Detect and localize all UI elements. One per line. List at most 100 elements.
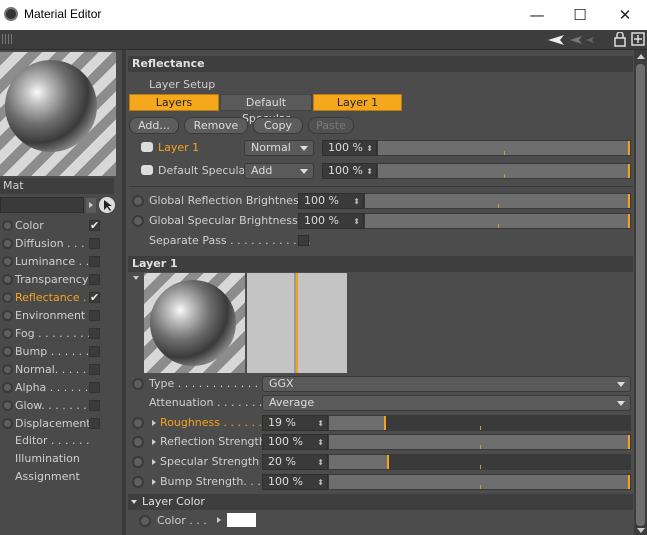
default-specular-blend-mode[interactable]: Add (244, 163, 314, 179)
sidebar-item-channel[interactable]: Transparency (0, 271, 104, 289)
roughness-field[interactable]: 19 % ⬍ (262, 415, 328, 431)
sidebar-item-editor[interactable]: Editor . . . . . . (15, 434, 90, 447)
sidebar-item-channel[interactable]: Normal. . . . . (0, 361, 104, 379)
channel-checkbox[interactable] (89, 400, 100, 411)
sidebar-item-channel[interactable]: Diffusion . . . . (0, 235, 104, 253)
sidebar-item-channel[interactable]: Color ✔ (0, 217, 104, 235)
default-specular-amount-slider[interactable] (377, 163, 631, 179)
eye-visibility-icon[interactable] (141, 142, 153, 152)
global-specular-field[interactable]: 100 % ⬍ (298, 213, 364, 229)
attenuation-dropdown[interactable]: Average (262, 395, 631, 411)
channel-checkbox[interactable] (89, 274, 100, 285)
slider-handle[interactable] (384, 416, 386, 430)
default-specular-name[interactable]: Default Specular (158, 164, 250, 177)
channel-checkbox[interactable] (89, 382, 100, 393)
channel-checkbox[interactable] (89, 256, 100, 267)
animate-dot-icon[interactable] (132, 436, 144, 448)
expand-arrow-button[interactable] (86, 198, 96, 213)
layer-1-amount-field[interactable]: 100 % ⬍ (322, 140, 377, 156)
sidebar-item-channel[interactable]: Displacement (0, 415, 104, 433)
section-header-layer-color[interactable]: Layer Color (128, 494, 633, 510)
global-specular-slider[interactable] (364, 213, 631, 229)
channel-checkbox[interactable] (89, 238, 100, 249)
tab-default-specular[interactable]: Default Specular (220, 94, 312, 125)
channel-checkbox[interactable]: ✔ (89, 220, 100, 231)
animate-dot-icon[interactable] (132, 378, 144, 390)
eye-visibility-icon[interactable] (141, 165, 153, 175)
remove-layer-button[interactable]: Remove (184, 117, 248, 134)
specular-strength-slider[interactable] (328, 454, 631, 470)
new-window-icon[interactable] (631, 32, 645, 46)
global-reflection-slider[interactable] (364, 193, 631, 209)
vertical-scrollbar[interactable] (634, 50, 647, 535)
sidebar-item-channel[interactable]: Alpha . . . . . . (0, 379, 104, 397)
expand-arrow-icon[interactable] (152, 420, 156, 426)
expand-arrow-icon[interactable] (152, 479, 156, 485)
expand-arrow-icon[interactable] (217, 517, 221, 523)
navigation-arrows-icon[interactable] (546, 32, 596, 48)
scrollbar-thumb[interactable] (636, 64, 645, 526)
channel-checkbox[interactable]: ✔ (89, 292, 100, 303)
animate-dot-icon[interactable] (132, 195, 144, 207)
material-name[interactable]: Mat (0, 178, 114, 194)
collapse-triangle-icon[interactable] (133, 276, 139, 280)
slider-handle[interactable] (628, 435, 630, 449)
material-search-field[interactable] (0, 197, 84, 213)
channel-checkbox[interactable] (89, 364, 100, 375)
close-button[interactable]: ✕ (603, 0, 647, 30)
add-layer-button[interactable]: Add... (129, 117, 179, 134)
color-swatch[interactable] (227, 513, 256, 527)
specular-strength-field[interactable]: 20 % ⬍ (262, 454, 328, 470)
channel-checkbox[interactable] (89, 310, 100, 321)
scroll-up-icon[interactable] (637, 54, 645, 59)
reflection-strength-field[interactable]: 100 % ⬍ (262, 434, 328, 450)
pointer-picker-icon[interactable] (98, 196, 116, 214)
sidebar-item-assignment[interactable]: Assignment (15, 470, 80, 483)
tab-layer-1[interactable]: Layer 1 (313, 94, 402, 111)
bump-strength-field[interactable]: 100 % ⬍ (262, 474, 328, 490)
layer-1-blend-mode[interactable]: Normal (244, 140, 314, 156)
lock-icon[interactable] (614, 32, 626, 47)
sidebar-item-channel[interactable]: Reflectance . . ✔ (0, 289, 104, 307)
grip-icon[interactable] (2, 34, 12, 44)
sidebar-item-channel[interactable]: Environment (0, 307, 104, 325)
sidebar-item-channel[interactable]: Luminance . . (0, 253, 104, 271)
slider-handle[interactable] (628, 475, 630, 489)
slider-handle[interactable] (628, 141, 630, 155)
channel-checkbox[interactable] (89, 328, 100, 339)
layer-1-amount-slider[interactable] (377, 140, 631, 156)
default-specular-amount-field[interactable]: 100 % ⬍ (322, 163, 377, 179)
slider-handle[interactable] (628, 194, 630, 208)
animate-dot-icon[interactable] (132, 476, 144, 488)
layer-1-name[interactable]: Layer 1 (158, 141, 199, 154)
animate-dot-icon[interactable] (139, 515, 151, 527)
channel-checkbox[interactable] (89, 418, 100, 429)
slider-handle[interactable] (628, 164, 630, 178)
scroll-down-icon[interactable] (637, 528, 645, 533)
reflection-strength-slider[interactable] (328, 434, 631, 450)
channel-checkbox[interactable] (89, 346, 100, 357)
bump-strength-slider[interactable] (328, 474, 631, 490)
type-dropdown[interactable]: GGX (262, 376, 631, 392)
maximize-button[interactable]: ☐ (558, 0, 602, 30)
expand-arrow-icon[interactable] (152, 439, 156, 445)
paste-layer-button[interactable]: Paste (308, 117, 354, 134)
channel-label: Transparency (15, 273, 89, 286)
roughness-slider[interactable] (328, 415, 631, 431)
sidebar-item-illumination[interactable]: Illumination (15, 452, 80, 465)
global-reflection-field[interactable]: 100 % ⬍ (298, 193, 364, 209)
material-preview[interactable] (0, 52, 116, 176)
slider-handle[interactable] (628, 214, 630, 228)
animate-dot-icon[interactable] (132, 456, 144, 468)
sidebar-item-channel[interactable]: Glow. . . . . . . (0, 397, 104, 415)
animate-dot-icon[interactable] (132, 215, 144, 227)
copy-layer-button[interactable]: Copy (253, 117, 303, 134)
animate-dot-icon[interactable] (132, 417, 144, 429)
separate-pass-checkbox[interactable] (298, 235, 309, 246)
tab-layers[interactable]: Layers (129, 94, 219, 111)
expand-arrow-icon[interactable] (152, 459, 156, 465)
sidebar-item-channel[interactable]: Bump . . . . . . (0, 343, 104, 361)
slider-handle[interactable] (387, 455, 389, 469)
sidebar-item-channel[interactable]: Fog . . . . . . . . (0, 325, 104, 343)
minimize-button[interactable]: — (515, 0, 559, 30)
